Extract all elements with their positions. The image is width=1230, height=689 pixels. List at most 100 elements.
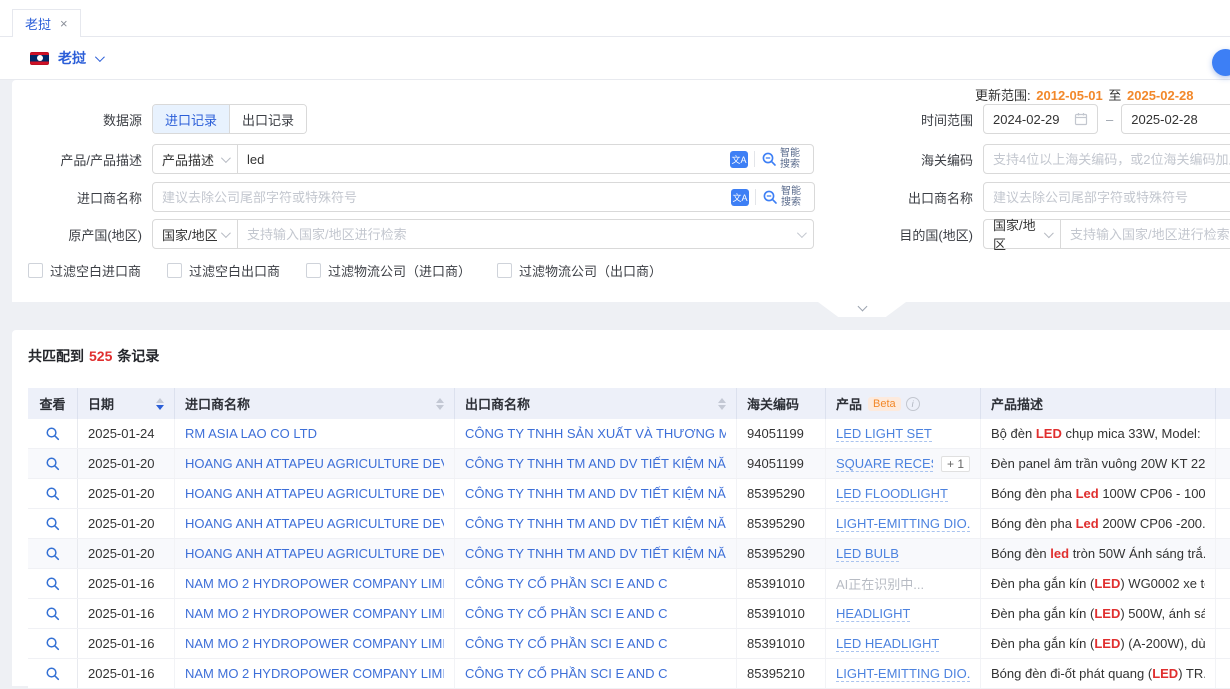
checkbox-icon[interactable] — [167, 263, 182, 278]
importer-link[interactable]: NAM MO 2 HYDROPOWER COMPANY LIMI... — [185, 576, 444, 591]
product-tag[interactable]: SQUARE RECESS... — [836, 456, 933, 472]
checkbox-filter-blank-exporter[interactable]: 过滤空白出口商 — [167, 261, 280, 280]
exporter-input-box[interactable] — [983, 182, 1230, 212]
destination-search-box[interactable] — [1060, 219, 1230, 249]
importer-input-box[interactable]: 文A 智能搜索 — [152, 182, 815, 212]
importer-link[interactable]: NAM MO 2 HYDROPOWER COMPANY LIMI... — [185, 606, 444, 621]
importer-link[interactable]: HOANG ANH ATTAPEU AGRICULTURE DEVE... — [185, 516, 444, 531]
smart-search-button[interactable]: 智能搜索 — [761, 148, 804, 170]
checkbox-icon[interactable] — [497, 263, 512, 278]
date-end-input-box[interactable] — [1121, 104, 1230, 134]
more-products-chip[interactable]: + 1 — [941, 456, 970, 472]
importer-link[interactable]: HOANG ANH ATTAPEU AGRICULTURE DEVE... — [185, 456, 444, 471]
checkbox-filter-blank-importer[interactable]: 过滤空白进口商 — [28, 261, 141, 280]
checkbox-label: 过滤空白出口商 — [189, 261, 280, 280]
importer-link[interactable]: HOANG ANH ATTAPEU AGRICULTURE DEVE... — [185, 546, 444, 561]
view-record-button[interactable] — [28, 599, 78, 628]
product-label: 产品/产品描述 — [12, 150, 142, 169]
date-cell: 2025-01-16 — [78, 569, 175, 598]
checkbox-icon[interactable] — [28, 263, 43, 278]
hs-code-label: 海关编码 — [883, 150, 973, 169]
view-record-button[interactable] — [28, 539, 78, 568]
origin-search-box[interactable] — [237, 219, 814, 249]
exporter-link[interactable]: CÔNG TY TNHH TM AND DV TIẾT KIỆM NĂ... — [465, 546, 726, 561]
destination-country-select[interactable]: 国家/地区 — [983, 219, 1061, 249]
tab-laos[interactable]: 老挝 × — [12, 9, 81, 37]
exporter-link[interactable]: CÔNG TY CỔ PHẦN SCI E AND C — [465, 636, 668, 651]
date-end-input[interactable] — [1131, 112, 1226, 127]
exporter-link[interactable]: CÔNG TY CỔ PHẦN SCI E AND C — [465, 666, 668, 681]
exporter-link[interactable]: CÔNG TY CỔ PHẦN SCI E AND C — [465, 606, 668, 621]
info-icon[interactable] — [906, 397, 920, 411]
product-search-box[interactable]: 文A 智能搜索 — [237, 144, 814, 174]
checkbox-icon[interactable] — [306, 263, 321, 278]
chevron-down-icon[interactable] — [95, 52, 105, 62]
product-search-input[interactable] — [247, 152, 724, 167]
date-start-input-box[interactable] — [983, 104, 1098, 134]
view-record-button[interactable] — [28, 419, 78, 448]
smart-search-button[interactable]: 智能搜索 — [762, 186, 805, 208]
translate-icon[interactable]: 文A — [731, 189, 749, 206]
product-tag[interactable]: LED FLOODLIGHT — [836, 486, 948, 502]
translate-icon[interactable]: 文A — [730, 151, 748, 168]
importer-link[interactable]: NAM MO 2 HYDROPOWER COMPANY LIMI... — [185, 636, 444, 651]
product-tag[interactable]: LIGHT-EMITTING DIO... — [836, 516, 970, 532]
sort-icon[interactable] — [718, 398, 726, 410]
product-tag[interactable]: LED BULB — [836, 546, 899, 562]
importer-link[interactable]: NAM MO 2 HYDROPOWER COMPANY LIMI... — [185, 666, 444, 681]
product-tag[interactable]: LED LIGHT SET — [836, 426, 932, 442]
update-range-start: 2012-05-01 — [1036, 88, 1103, 103]
importer-link[interactable]: RM ASIA LAO CO LTD — [185, 426, 317, 441]
collapse-filters-button[interactable] — [818, 302, 906, 317]
description-cell: Đèn pha gắn kín (LED) (A-200W), dù... — [991, 636, 1205, 651]
search-icon — [762, 189, 778, 205]
importer-input[interactable] — [162, 190, 725, 205]
view-record-button[interactable] — [28, 479, 78, 508]
hs-code-cell: 85395290 — [737, 509, 826, 538]
description-cell: Bóng đèn led tròn 50W Ánh sáng trắ... — [991, 546, 1205, 561]
destination-search-input[interactable] — [1070, 227, 1230, 242]
sort-icon[interactable] — [436, 398, 444, 410]
exporter-link[interactable]: CÔNG TY CỔ PHẦN SCI E AND C — [465, 576, 668, 591]
table-row: 2025-01-20 HOANG ANH ATTAPEU AGRICULTURE… — [28, 479, 1230, 509]
col-view: 查看 — [28, 388, 78, 419]
magnifier-icon — [45, 606, 60, 621]
hs-code-input-box[interactable] — [983, 144, 1230, 174]
table-row: 2025-01-16 NAM MO 2 HYDROPOWER COMPANY L… — [28, 569, 1230, 599]
country-name[interactable]: 老挝 — [58, 48, 86, 68]
exporter-input[interactable] — [993, 190, 1230, 205]
filter-row-datasource: 数据源 进口记录 出口记录 时间范围 – — [12, 104, 1230, 134]
col-importer[interactable]: 进口商名称 — [175, 388, 455, 419]
tab-export-records[interactable]: 出口记录 — [229, 105, 306, 133]
divider — [754, 151, 755, 167]
col-exporter[interactable]: 出口商名称 — [455, 388, 737, 419]
calendar-icon[interactable] — [1074, 112, 1088, 126]
exporter-link[interactable]: CÔNG TY TNHH SẢN XUẤT VÀ THƯƠNG M... — [465, 426, 726, 441]
view-record-button[interactable] — [28, 509, 78, 538]
origin-country-select[interactable]: 国家/地区 — [152, 219, 238, 249]
view-record-button[interactable] — [28, 629, 78, 658]
origin-search-input[interactable] — [247, 227, 791, 242]
col-date[interactable]: 日期 — [78, 388, 175, 419]
exporter-link[interactable]: CÔNG TY TNHH TM AND DV TIẾT KIỆM NĂ... — [465, 456, 726, 471]
date-start-input[interactable] — [993, 112, 1068, 127]
product-tag[interactable]: LED HEADLIGHT — [836, 636, 939, 652]
product-tag[interactable]: HEADLIGHT — [836, 606, 910, 622]
checkbox-filter-logistics-exporter[interactable]: 过滤物流公司（出口商） — [497, 261, 662, 280]
exporter-link[interactable]: CÔNG TY TNHH TM AND DV TIẾT KIỆM NĂ... — [465, 516, 726, 531]
importer-link[interactable]: HOANG ANH ATTAPEU AGRICULTURE DEVE... — [185, 486, 444, 501]
checkbox-filter-logistics-importer[interactable]: 过滤物流公司（进口商） — [306, 261, 471, 280]
destination-country-value: 国家/地区 — [993, 215, 1044, 253]
hs-code-input[interactable] — [993, 152, 1230, 167]
magnifier-icon — [45, 486, 60, 501]
datasource-segmented: 进口记录 出口记录 — [152, 104, 307, 134]
view-record-button[interactable] — [28, 659, 78, 688]
view-record-button[interactable] — [28, 569, 78, 598]
sort-icon[interactable] — [156, 398, 164, 410]
close-icon[interactable]: × — [60, 17, 68, 30]
product-tag[interactable]: LIGHT-EMITTING DIO... — [836, 666, 970, 682]
exporter-link[interactable]: CÔNG TY TNHH TM AND DV TIẾT KIỆM NĂ... — [465, 486, 726, 501]
tab-import-records[interactable]: 进口记录 — [153, 105, 229, 133]
product-type-select[interactable]: 产品描述 — [152, 144, 238, 174]
view-record-button[interactable] — [28, 449, 78, 478]
